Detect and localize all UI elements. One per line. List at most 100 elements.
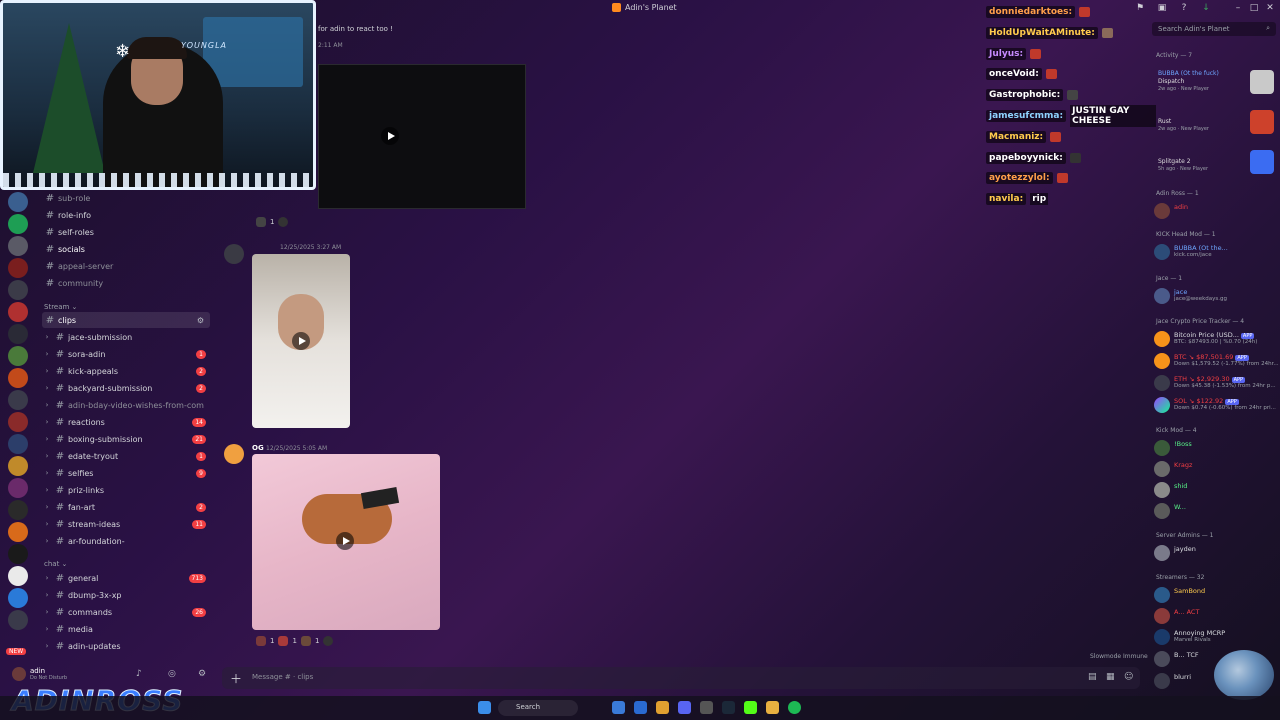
gift-icon[interactable]: ▤ <box>1088 672 1097 682</box>
maximize-button[interactable]: □ <box>1248 2 1260 14</box>
channel-sub-role[interactable]: # sub-role <box>42 190 210 206</box>
close-button[interactable]: ✕ <box>1264 2 1276 14</box>
member-item[interactable]: BUBBA (Ot the... kick.com/jace <box>1154 243 1278 261</box>
server-icon[interactable] <box>8 412 28 432</box>
member-item[interactable]: jace jace@weekdays.gg <box>1154 287 1278 305</box>
settings-icon[interactable]: ⚙ <box>197 316 204 325</box>
member-item[interactable]: BTC ↘ $87,501.69 APP Down $1,579.52 (-1.77… <box>1154 352 1279 370</box>
settings-icon[interactable]: ⚙ <box>198 669 206 679</box>
search-input[interactable]: Search Adin's Planet ⌕ <box>1152 22 1276 36</box>
channel-adin-updates[interactable]: › # adin-updates <box>42 638 210 654</box>
activity-card[interactable]: Rust 2w ago · New Player <box>1154 110 1278 140</box>
channel-priz-links[interactable]: › # priz-links <box>42 482 210 498</box>
member-item[interactable]: SamBond <box>1154 586 1278 604</box>
microphone-icon[interactable]: ♪ <box>136 669 142 679</box>
member-item[interactable]: ETH ↘ $2,929.30 APP Down $45.38 (-1.53%) f… <box>1154 374 1278 392</box>
folder-icon[interactable] <box>766 701 779 714</box>
video-attachment[interactable] <box>252 454 440 630</box>
server-icon[interactable] <box>8 390 28 410</box>
video-embed[interactable] <box>318 64 526 209</box>
activity-card[interactable]: Splitgate 2 5h ago · New Player <box>1154 150 1278 180</box>
channel-backyard-submission[interactable]: › # backyard-submission 2 <box>42 380 210 396</box>
user-panel[interactable]: adin Do Not Disturb ♪ ◎ ⚙ <box>8 667 218 681</box>
server-icon[interactable] <box>8 302 28 322</box>
member-item[interactable]: shid <box>1154 481 1278 499</box>
category-chat[interactable]: chat ⌄ <box>44 560 67 568</box>
apps-icon[interactable]: ▦ <box>1106 672 1115 682</box>
member-item[interactable]: jayden <box>1154 544 1278 562</box>
server-icon[interactable] <box>8 368 28 388</box>
channel-clips[interactable]: # clips ⚙ <box>42 312 210 328</box>
download-icon[interactable]: ↓ <box>1200 2 1212 14</box>
channel-appeal-server[interactable]: # appeal-server <box>42 258 210 274</box>
server-icon[interactable] <box>8 280 28 300</box>
discord-icon[interactable] <box>678 701 691 714</box>
emoji-icon[interactable]: ☺ <box>1124 672 1133 682</box>
play-icon[interactable] <box>336 532 354 550</box>
channel-edate-tryout[interactable]: › # edate-tryout 1 <box>42 448 210 464</box>
member-item[interactable]: !Boss <box>1154 439 1278 457</box>
avatar[interactable] <box>224 444 244 464</box>
channel-dbump[interactable]: › # dbump-3x-xp <box>42 587 210 603</box>
channel-ar-foundation[interactable]: › # ar-foundation- <box>42 533 210 549</box>
server-icon[interactable] <box>8 324 28 344</box>
channel-media[interactable]: › # media <box>42 621 210 637</box>
channel-boxing-submission[interactable]: › # boxing-submission 21 <box>42 431 210 447</box>
server-icon[interactable] <box>8 500 28 520</box>
server-icon[interactable] <box>8 588 28 608</box>
member-item[interactable]: Annoying MCRP Marvel Rivals <box>1154 628 1278 646</box>
channel-community[interactable]: # community <box>42 275 210 291</box>
kick-icon[interactable] <box>744 701 757 714</box>
browser-icon[interactable] <box>656 701 669 714</box>
play-icon[interactable] <box>292 332 310 350</box>
add-reaction-icon[interactable] <box>323 636 334 646</box>
reaction-bar[interactable]: 1 1 1 <box>256 635 334 647</box>
channel-kick-appeals[interactable]: › # kick-appeals 2 <box>42 363 210 379</box>
server-icon[interactable] <box>8 346 28 366</box>
channel-sora-adin[interactable]: › # sora-adin 1 <box>42 346 210 362</box>
activity-card[interactable]: BUBBA (Ot the fuck) Dispatch 2w ago · Ne… <box>1154 70 1278 100</box>
member-item[interactable]: Kragz <box>1154 460 1278 478</box>
server-icon[interactable] <box>8 522 28 542</box>
inbox-icon[interactable]: ▣ <box>1156 2 1168 14</box>
server-icon[interactable] <box>8 478 28 498</box>
server-icon[interactable] <box>8 258 28 278</box>
app-icon[interactable] <box>634 701 647 714</box>
spotify-icon[interactable] <box>788 701 801 714</box>
headphones-icon[interactable]: ◎ <box>168 669 176 679</box>
channel-adin-bday[interactable]: › # adin-bday-video-wishes-from-com <box>42 397 210 413</box>
server-icon[interactable] <box>8 236 28 256</box>
channel-jace-submission[interactable]: › # jace-submission <box>42 329 210 345</box>
taskbar-search[interactable]: Search <box>498 700 578 716</box>
channel-role-info[interactable]: # role-info <box>42 207 210 223</box>
avatar[interactable] <box>224 244 244 264</box>
help-icon[interactable]: ? <box>1178 2 1190 14</box>
channel-self-roles[interactable]: # self-roles <box>42 224 210 240</box>
channel-general[interactable]: › # general 713 <box>42 570 210 586</box>
member-item[interactable]: adin <box>1154 202 1278 220</box>
server-icon[interactable] <box>8 192 28 212</box>
server-icon[interactable] <box>8 566 28 586</box>
server-icon[interactable] <box>8 214 28 234</box>
channel-stream-ideas[interactable]: › # stream-ideas 11 <box>42 516 210 532</box>
reaction-bar[interactable]: 1 <box>256 216 289 228</box>
video-attachment[interactable] <box>252 254 350 428</box>
add-attachment-icon[interactable]: ＋ <box>230 670 242 687</box>
server-icon[interactable] <box>8 610 28 630</box>
minimize-button[interactable]: – <box>1232 2 1244 14</box>
app-icon[interactable] <box>700 701 713 714</box>
member-item[interactable]: SOL ↘ $122.92 APP Down $0.74 (-0.60%) from… <box>1154 396 1278 414</box>
member-item[interactable]: A... ACT <box>1154 607 1278 625</box>
play-icon[interactable] <box>381 127 399 145</box>
member-item[interactable]: W... <box>1154 502 1278 520</box>
category-stream[interactable]: Stream ⌄ <box>44 303 77 311</box>
member-item[interactable]: Bitcoin Price (USD... APP BTC: $87493.00 |… <box>1154 330 1278 348</box>
channel-commands[interactable]: › # commands 26 <box>42 604 210 620</box>
server-icon[interactable] <box>8 544 28 564</box>
channel-socials[interactable]: # socials <box>42 241 210 257</box>
channel-selfies[interactable]: › # selfies 9 <box>42 465 210 481</box>
windows-start-icon[interactable] <box>478 701 491 714</box>
add-reaction-icon[interactable] <box>278 217 289 227</box>
app-icon[interactable] <box>612 701 625 714</box>
server-icon[interactable] <box>8 434 28 454</box>
